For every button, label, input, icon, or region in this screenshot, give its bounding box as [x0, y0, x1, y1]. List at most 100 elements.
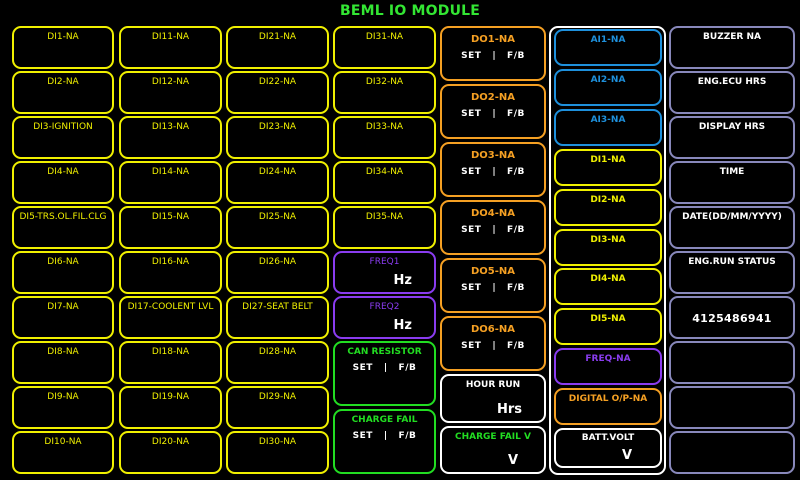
di-label: DI9-NA — [47, 392, 79, 402]
di-tile[interactable]: DI34-NA — [333, 161, 436, 204]
set-fb-row: SET | F/B — [461, 167, 525, 177]
di-label: DI7-NA — [47, 302, 79, 312]
do-tile[interactable]: DO1-NA SET | F/B — [440, 26, 546, 81]
di-tile[interactable]: DI18-NA — [119, 341, 222, 384]
display-hrs-tile[interactable]: DISPLAY HRS — [669, 116, 795, 159]
di-tile[interactable]: DI22-NA — [226, 71, 329, 114]
di-tile[interactable]: DI15-NA — [119, 206, 222, 249]
di-tile[interactable]: DI25-NA — [226, 206, 329, 249]
di-tile[interactable]: DI31-NA — [333, 26, 436, 69]
di-tile[interactable]: DI33-NA — [333, 116, 436, 159]
di-tile[interactable]: DI1-NA — [12, 26, 114, 69]
do-tile[interactable]: DO6-NA SET | F/B — [440, 316, 546, 371]
do-tile[interactable]: DO4-NA SET | F/B — [440, 200, 546, 255]
empty-status-tile[interactable] — [669, 386, 795, 429]
di-label: DI17-COOLENT LVL — [127, 302, 214, 312]
empty-status-tile[interactable] — [669, 341, 795, 384]
di-tile[interactable]: DI19-NA — [119, 386, 222, 429]
di-tile[interactable]: DI32-NA — [333, 71, 436, 114]
buzzer-tile[interactable]: BUZZER NA — [669, 26, 795, 69]
di-label: DI33-NA — [365, 122, 404, 132]
freq1-tile[interactable]: FREQ1 Hz — [333, 251, 436, 294]
panel-di-tile[interactable]: DI1-NA — [554, 149, 662, 186]
di-label: DI34-NA — [365, 167, 404, 177]
freq-na-label: FREQ-NA — [585, 354, 631, 364]
panel-di-tile[interactable]: DI5-NA — [554, 308, 662, 345]
di-label: DI29-NA — [258, 392, 297, 402]
di-label: DI21-NA — [258, 32, 297, 42]
panel-di-tile[interactable]: DI2-NA — [554, 189, 662, 226]
set-fb-row: SET | F/B — [461, 341, 525, 351]
panel-di-tile[interactable]: DI4-NA — [554, 268, 662, 305]
panel-di-label: DI4-NA — [590, 274, 626, 284]
di-tile[interactable]: DI29-NA — [226, 386, 329, 429]
phone-tile[interactable]: 4125486941 — [669, 296, 795, 339]
di-label: DI18-NA — [151, 347, 190, 357]
di-tile[interactable]: DI5-TRS.OL.FIL.CLG — [12, 206, 114, 249]
di-label: DI5-TRS.OL.FIL.CLG — [19, 212, 107, 222]
do-label: DO3-NA — [470, 150, 516, 161]
di-tile[interactable]: DI24-NA — [226, 161, 329, 204]
di-tile[interactable]: DI4-NA — [12, 161, 114, 204]
di-label: DI27-SEAT BELT — [242, 302, 313, 312]
buzzer-label: BUZZER NA — [703, 32, 761, 42]
di-label: DI14-NA — [151, 167, 190, 177]
eng-run-status-tile[interactable]: ENG.RUN STATUS — [669, 251, 795, 294]
charge-fail-v-tile[interactable]: CHARGE FAIL V V — [440, 426, 546, 474]
di-tile[interactable]: DI21-NA — [226, 26, 329, 69]
eng-run-status-label: ENG.RUN STATUS — [688, 257, 776, 267]
date-tile[interactable]: DATE(DD/MM/YYYY) — [669, 206, 795, 249]
ai-tile[interactable]: AI1-NA — [554, 29, 662, 66]
di-tile[interactable]: DI26-NA — [226, 251, 329, 294]
ai-tile[interactable]: AI3-NA — [554, 109, 662, 146]
di-tile[interactable]: DI12-NA — [119, 71, 222, 114]
di-label: DI8-NA — [47, 347, 79, 357]
do-label: DO4-NA — [470, 208, 516, 219]
set-fb-row: SET | F/B — [461, 225, 525, 235]
di-tile[interactable]: DI8-NA — [12, 341, 114, 384]
hour-run-unit: Hrs — [496, 402, 522, 417]
freq2-tile[interactable]: FREQ2 Hz — [333, 296, 436, 339]
charge-fail-tile[interactable]: CHARGE FAIL SET | F/B — [333, 409, 436, 474]
do-label: DO2-NA — [470, 92, 516, 103]
eng-ecu-hrs-label: ENG.ECU HRS — [697, 77, 767, 87]
do-label: DO5-NA — [470, 266, 516, 277]
di-label: DI13-NA — [151, 122, 190, 132]
date-label: DATE(DD/MM/YYYY) — [682, 212, 782, 222]
di-tile[interactable]: DI7-NA — [12, 296, 114, 339]
set-fb-row: SET | F/B — [461, 283, 525, 293]
batt-volt-unit: V — [621, 448, 632, 463]
time-tile[interactable]: TIME — [669, 161, 795, 204]
di-tile[interactable]: DI10-NA — [12, 431, 114, 474]
do-tile[interactable]: DO3-NA SET | F/B — [440, 142, 546, 197]
di-tile[interactable]: DI9-NA — [12, 386, 114, 429]
di-tile[interactable]: DI16-NA — [119, 251, 222, 294]
freq-na-tile[interactable]: FREQ-NA — [554, 348, 662, 385]
digital-op-tile[interactable]: DIGITAL O/P-NA — [554, 388, 662, 425]
di-label: DI25-NA — [258, 212, 297, 222]
di-tile[interactable]: DI11-NA — [119, 26, 222, 69]
di-tile[interactable]: DI30-NA — [226, 431, 329, 474]
di-label: DI15-NA — [151, 212, 190, 222]
di-tile[interactable]: DI35-NA — [333, 206, 436, 249]
di-tile[interactable]: DI17-COOLENT LVL — [119, 296, 222, 339]
empty-status-tile[interactable] — [669, 431, 795, 474]
hour-run-tile[interactable]: HOUR RUN Hrs — [440, 374, 546, 423]
can-resistor-tile[interactable]: CAN RESISTOR SET | F/B — [333, 341, 436, 406]
do-tile[interactable]: DO5-NA SET | F/B — [440, 258, 546, 313]
batt-volt-tile[interactable]: BATT.VOLT V — [554, 428, 662, 468]
di-tile[interactable]: DI13-NA — [119, 116, 222, 159]
di-tile[interactable]: DI2-NA — [12, 71, 114, 114]
ai-tile[interactable]: AI2-NA — [554, 69, 662, 106]
di-tile[interactable]: DI6-NA — [12, 251, 114, 294]
di-tile[interactable]: DI23-NA — [226, 116, 329, 159]
di-tile[interactable]: DI27-SEAT BELT — [226, 296, 329, 339]
di-label: DI11-NA — [151, 32, 190, 42]
di-tile[interactable]: DI3-IGNITION — [12, 116, 114, 159]
eng-ecu-hrs-tile[interactable]: ENG.ECU HRS — [669, 71, 795, 114]
do-tile[interactable]: DO2-NA SET | F/B — [440, 84, 546, 139]
di-tile[interactable]: DI28-NA — [226, 341, 329, 384]
panel-di-tile[interactable]: DI3-NA — [554, 229, 662, 266]
di-tile[interactable]: DI20-NA — [119, 431, 222, 474]
di-tile[interactable]: DI14-NA — [119, 161, 222, 204]
